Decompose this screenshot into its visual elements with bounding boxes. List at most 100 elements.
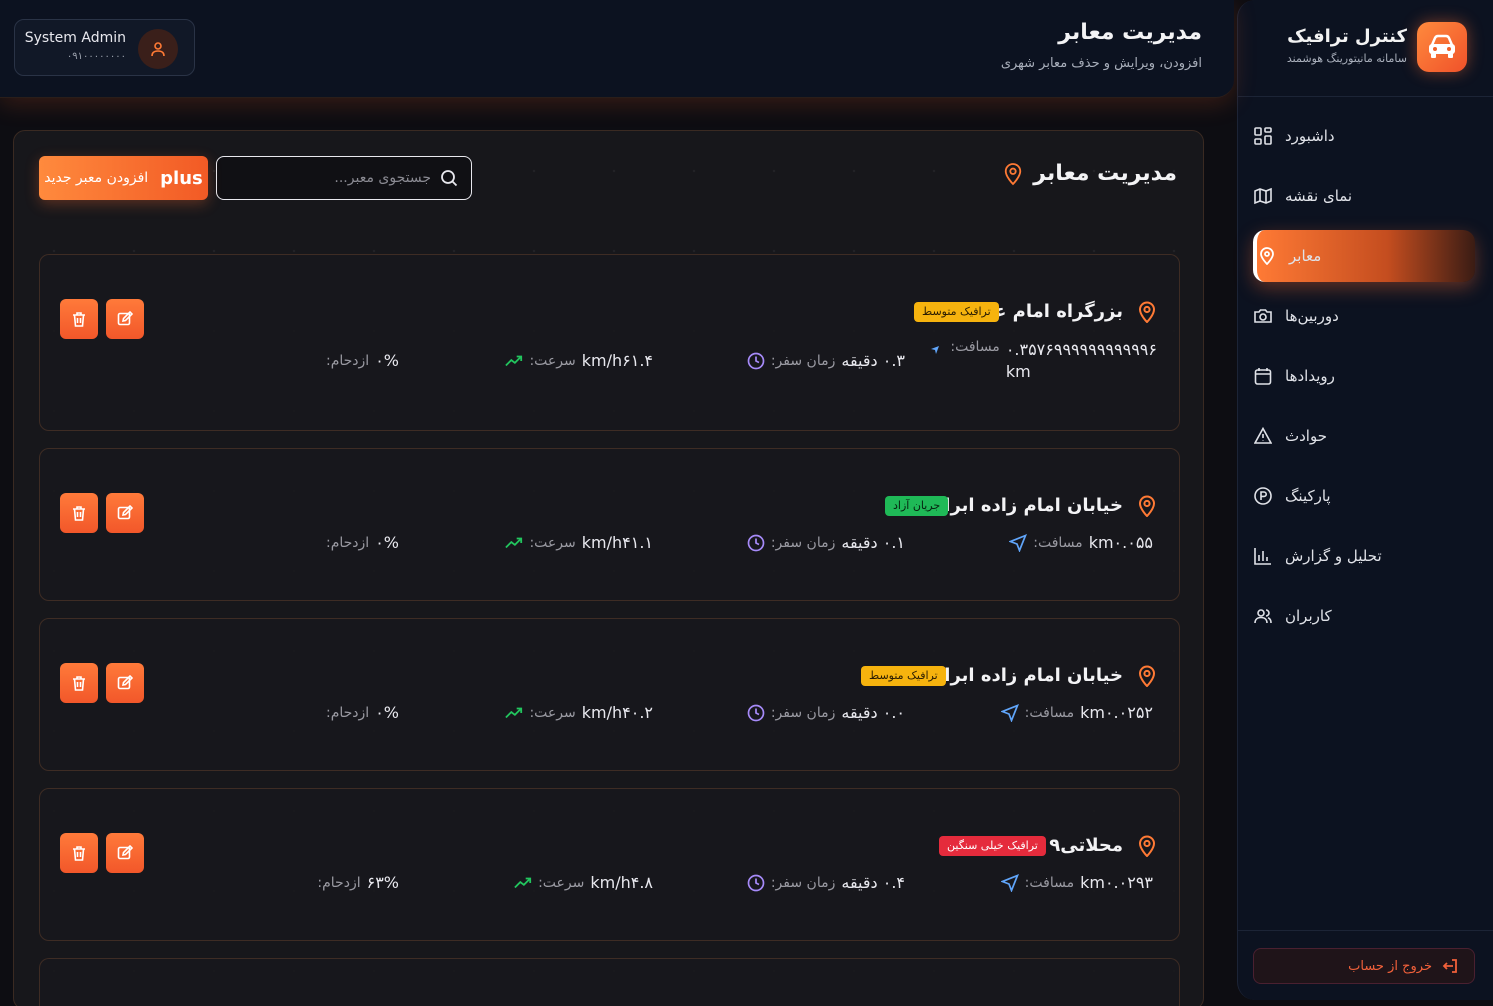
congestion-value: ۰% xyxy=(375,533,399,552)
speed-label: سرعت: xyxy=(529,534,576,551)
delete-button[interactable] xyxy=(60,299,98,339)
sidebar-item-incidents[interactable]: حوادث xyxy=(1253,410,1475,462)
brand: کنترل ترافیک سامانه مانیتورینگ هوشمند xyxy=(1267,22,1467,74)
warning-icon xyxy=(1253,426,1273,446)
delete-button[interactable] xyxy=(60,493,98,533)
trending-up-icon xyxy=(505,352,523,370)
page-title: مدیریت معابر xyxy=(1058,20,1202,45)
sidebar-item-events[interactable]: رویدادها xyxy=(1253,350,1475,402)
speed-label: سرعت: xyxy=(529,352,576,369)
travel-time-stat: زمان سفر: ۰.۳ دقیقه xyxy=(747,351,905,370)
travel-time-stat: زمان سفر: ۰.۰ دقیقه xyxy=(747,703,905,722)
sidebar-item-label: داشبورد xyxy=(1285,127,1335,145)
sidebar-item-users[interactable]: کاربران xyxy=(1253,590,1475,642)
speed-label: سرعت: xyxy=(538,874,585,891)
logout-label: خروج از حساب xyxy=(1348,958,1432,974)
distance-label: مسافت: xyxy=(1033,534,1083,551)
clock-icon xyxy=(747,874,765,892)
sidebar-item-parking[interactable]: پارکینگ xyxy=(1253,470,1475,522)
user-icon xyxy=(151,42,165,57)
edit-button[interactable] xyxy=(106,663,144,703)
congestion-value: ۶۳% xyxy=(366,873,399,892)
car-icon xyxy=(1417,22,1467,72)
navigation-icon xyxy=(926,341,944,359)
road-card xyxy=(39,958,1180,1006)
distance-label: مسافت: xyxy=(950,339,1000,355)
road-card: خیابان امام زاده ابراهیم جریان آزاد مساف… xyxy=(39,448,1180,601)
map-pin-icon xyxy=(1257,246,1277,266)
sidebar-item-roads[interactable]: معابر xyxy=(1253,230,1475,282)
congestion-value: ۰% xyxy=(375,351,399,370)
distance-label: مسافت: xyxy=(1024,704,1075,721)
edit-button[interactable] xyxy=(106,493,144,533)
sidebar-item-label: نمای نقشه xyxy=(1285,187,1353,205)
road-name: محلاتی۹ xyxy=(1049,835,1123,856)
speed-stat: سرعت: km/h۴۰.۲ xyxy=(505,703,653,722)
sidebar-item-label: حوادث xyxy=(1285,427,1327,445)
trash-icon xyxy=(73,676,85,691)
travel-time-value: ۰.۴ دقیقه xyxy=(841,873,905,892)
status-badge: ترافیک خیلی سنگین xyxy=(939,836,1046,856)
distance-value: km۰.۰۵۵ xyxy=(1088,533,1153,552)
travel-time-stat: زمان سفر: ۰.۴ دقیقه xyxy=(747,873,905,892)
speed-value: km/h۶۱.۴ xyxy=(581,351,653,370)
distance-stat: مسافت: km۰.۰۲۹۳ xyxy=(1000,873,1153,892)
divider xyxy=(1238,96,1493,97)
congestion-stat: ازدحام: ۰% xyxy=(326,703,399,722)
search-box xyxy=(216,156,472,200)
map-pin-icon xyxy=(1137,835,1157,858)
roads-panel: مدیریت معابر plus افزودن معبر جدید بزرگر… xyxy=(13,130,1204,1006)
status-badge: جریان آزاد xyxy=(885,496,949,516)
sidebar-item-dashboard[interactable]: داشبورد xyxy=(1253,110,1475,162)
distance-stat: مسافت: km۰.۰۲۵۲ xyxy=(1000,703,1153,722)
sidebar: کنترل ترافیک سامانه مانیتورینگ هوشمند دا… xyxy=(1237,0,1493,1000)
map-pin-icon xyxy=(1137,495,1157,518)
clock-icon xyxy=(747,352,765,370)
bar-chart-icon xyxy=(1253,546,1273,566)
user-menu[interactable]: System Admin ۰۹۱۰۰۰۰۰۰۰۰ xyxy=(14,19,195,76)
page-header: مدیریت معابر افزودن، ویرایش و حذف معابر … xyxy=(0,0,1234,98)
travel-time-value: ۰.۰ دقیقه xyxy=(841,703,905,722)
distance-value: km۰.۰۲۹۳ xyxy=(1080,873,1153,892)
distance-stat: مسافت: ۰.۳۵۷۶۹۹۹۹۹۹۹۹۹۹۹۶ km xyxy=(926,339,1157,383)
parking-icon xyxy=(1253,486,1273,506)
congestion-label: ازدحام: xyxy=(326,534,370,551)
delete-button[interactable] xyxy=(60,833,98,873)
travel-time-value: ۰.۱ دقیقه xyxy=(841,533,905,552)
add-road-button[interactable]: plus افزودن معبر جدید xyxy=(39,156,208,200)
sidebar-item-analytics[interactable]: تحلیل و گزارش xyxy=(1253,530,1475,582)
clock-icon xyxy=(747,704,765,722)
panel-title-text: مدیریت معابر xyxy=(1033,161,1177,186)
speed-stat: سرعت: km/h۴۱.۱ xyxy=(505,533,653,552)
search-input[interactable] xyxy=(231,170,431,186)
sidebar-nav: داشبورد نمای نقشه معابر دوربین‌ها رویداد… xyxy=(1253,110,1475,650)
sidebar-item-label: دوربین‌ها xyxy=(1285,307,1339,325)
edit-icon xyxy=(117,675,133,690)
edit-icon xyxy=(117,311,133,326)
sidebar-item-map[interactable]: نمای نقشه xyxy=(1253,170,1475,222)
sidebar-item-label: معابر xyxy=(1289,247,1322,265)
travel-time-label: زمان سفر: xyxy=(770,874,836,891)
trash-icon xyxy=(73,312,85,327)
calendar-icon xyxy=(1253,366,1273,386)
trash-icon xyxy=(73,506,85,521)
edit-button[interactable] xyxy=(106,299,144,339)
map-pin-icon xyxy=(1137,301,1157,324)
add-road-label: افزودن معبر جدید xyxy=(44,170,149,186)
map-icon xyxy=(1253,186,1273,206)
sidebar-item-cameras[interactable]: دوربین‌ها xyxy=(1253,290,1475,342)
road-card: بزرگراه امام علی ترافیک متوسط مسافت: ۰.۳… xyxy=(39,254,1180,431)
user-phone: ۰۹۱۰۰۰۰۰۰۰۰ xyxy=(66,51,126,62)
map-pin-icon xyxy=(1137,665,1157,688)
users-icon xyxy=(1253,606,1273,626)
speed-stat: سرعت: km/h۴.۸ xyxy=(514,873,653,892)
edit-button[interactable] xyxy=(106,833,144,873)
user-name: System Admin xyxy=(24,30,126,46)
logout-button[interactable]: خروج از حساب xyxy=(1253,948,1475,984)
delete-button[interactable] xyxy=(60,663,98,703)
sidebar-item-label: کاربران xyxy=(1285,607,1332,625)
brand-title: کنترل ترافیک xyxy=(1287,26,1407,47)
page-subtitle: افزودن، ویرایش و حذف معابر شهری xyxy=(1000,56,1202,71)
camera-icon xyxy=(1253,306,1273,326)
road-card: محلاتی۹ ترافیک خیلی سنگین مسافت: km۰.۰۲۹… xyxy=(39,788,1180,941)
